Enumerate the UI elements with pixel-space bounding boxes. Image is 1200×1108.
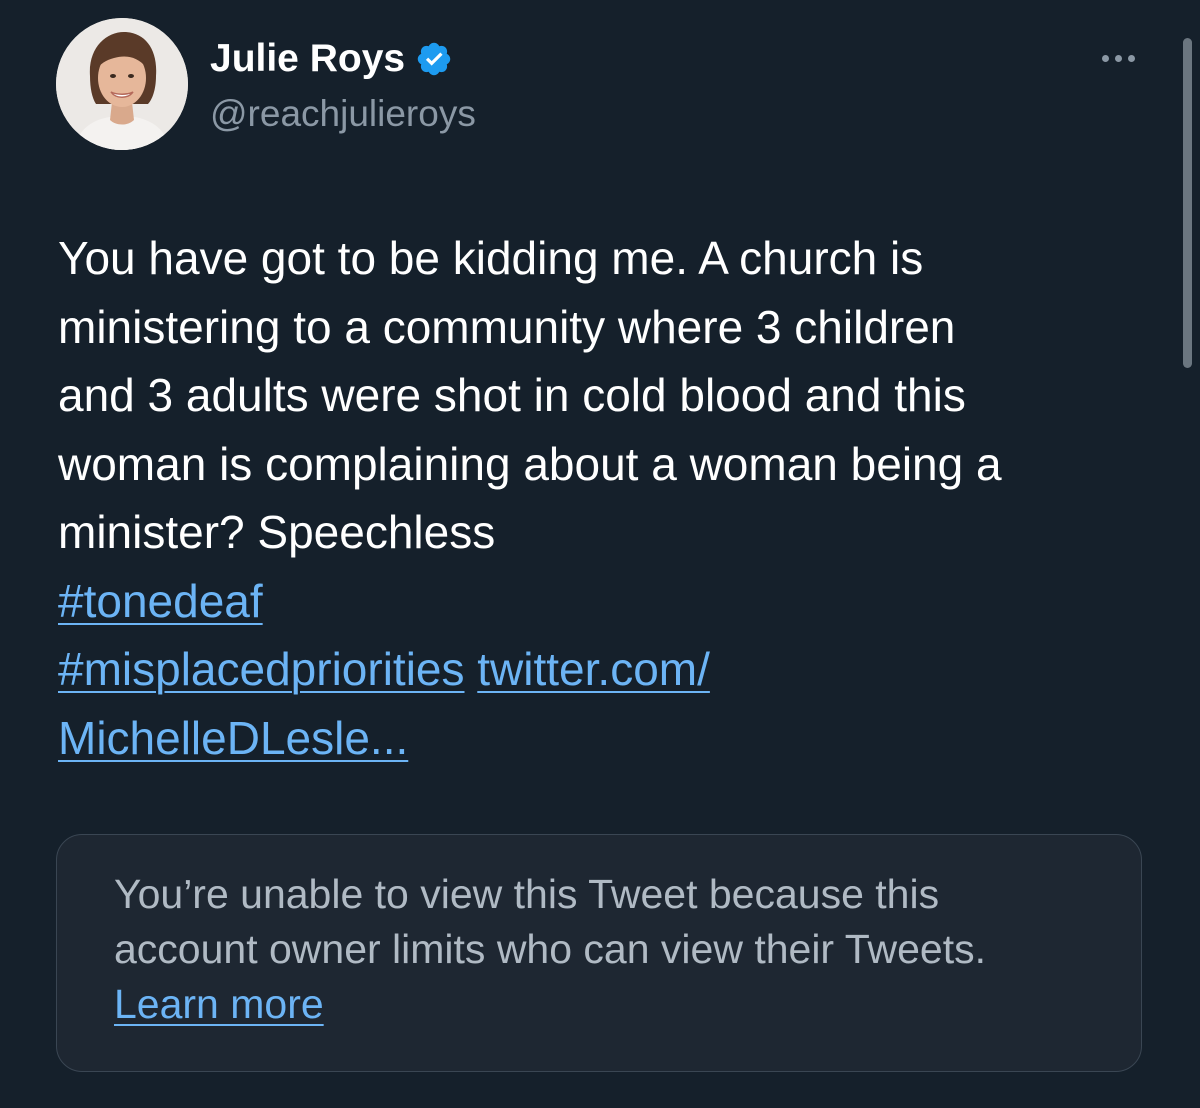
hashtag-misplacedpriorities-link[interactable]: #misplacedpriorities <box>58 643 465 695</box>
scrollbar[interactable] <box>1183 38 1192 368</box>
tweet-text-line: minister? Speechless <box>58 506 496 558</box>
tweet-text-line: You have got to be kidding me. A church … <box>58 232 924 284</box>
more-horizontal-icon-dot <box>1114 54 1122 62</box>
author-name[interactable]: Julie Roys <box>210 36 453 82</box>
tweet-text-line: ministering to a community where 3 child… <box>58 300 956 353</box>
unavailable-quoted-tweet: You’re unable to view this Tweet because… <box>56 834 1142 1072</box>
unavailable-notice: You’re unable to view this Tweet because… <box>114 867 1114 1032</box>
tweet-text: You have got to be kidding me. A church … <box>58 224 1158 772</box>
hashtag-tonedeaf-link[interactable]: #tonedeaf <box>58 575 263 627</box>
author-handle[interactable]: @reachjulieroys <box>210 92 476 136</box>
learn-more-link[interactable]: Learn more <box>114 981 324 1027</box>
tweet-text-line: and 3 adults were shot in cold blood and… <box>58 369 966 421</box>
quoted-tweet-url-link-continued[interactable]: MichelleDLesle... <box>58 712 408 764</box>
profile-photo-icon <box>56 18 188 150</box>
unavailable-notice-line: account owner limits who can view their … <box>114 926 987 972</box>
avatar[interactable] <box>56 18 188 150</box>
unavailable-notice-line: You’re unable to view this Tweet because… <box>114 871 940 917</box>
tweet-text-line: woman is complaining about a woman being… <box>58 437 1002 490</box>
author-name-text: Julie Roys <box>210 37 406 80</box>
quoted-tweet-url-link[interactable]: twitter.com/ <box>477 643 710 695</box>
more-options-button[interactable] <box>1090 38 1146 78</box>
verified-badge-icon <box>415 40 453 78</box>
more-horizontal-icon-dot <box>1127 54 1135 62</box>
tweet-page: Julie Roys @reachjulieroys You have got … <box>0 0 1200 1108</box>
more-horizontal-icon <box>1101 54 1109 62</box>
